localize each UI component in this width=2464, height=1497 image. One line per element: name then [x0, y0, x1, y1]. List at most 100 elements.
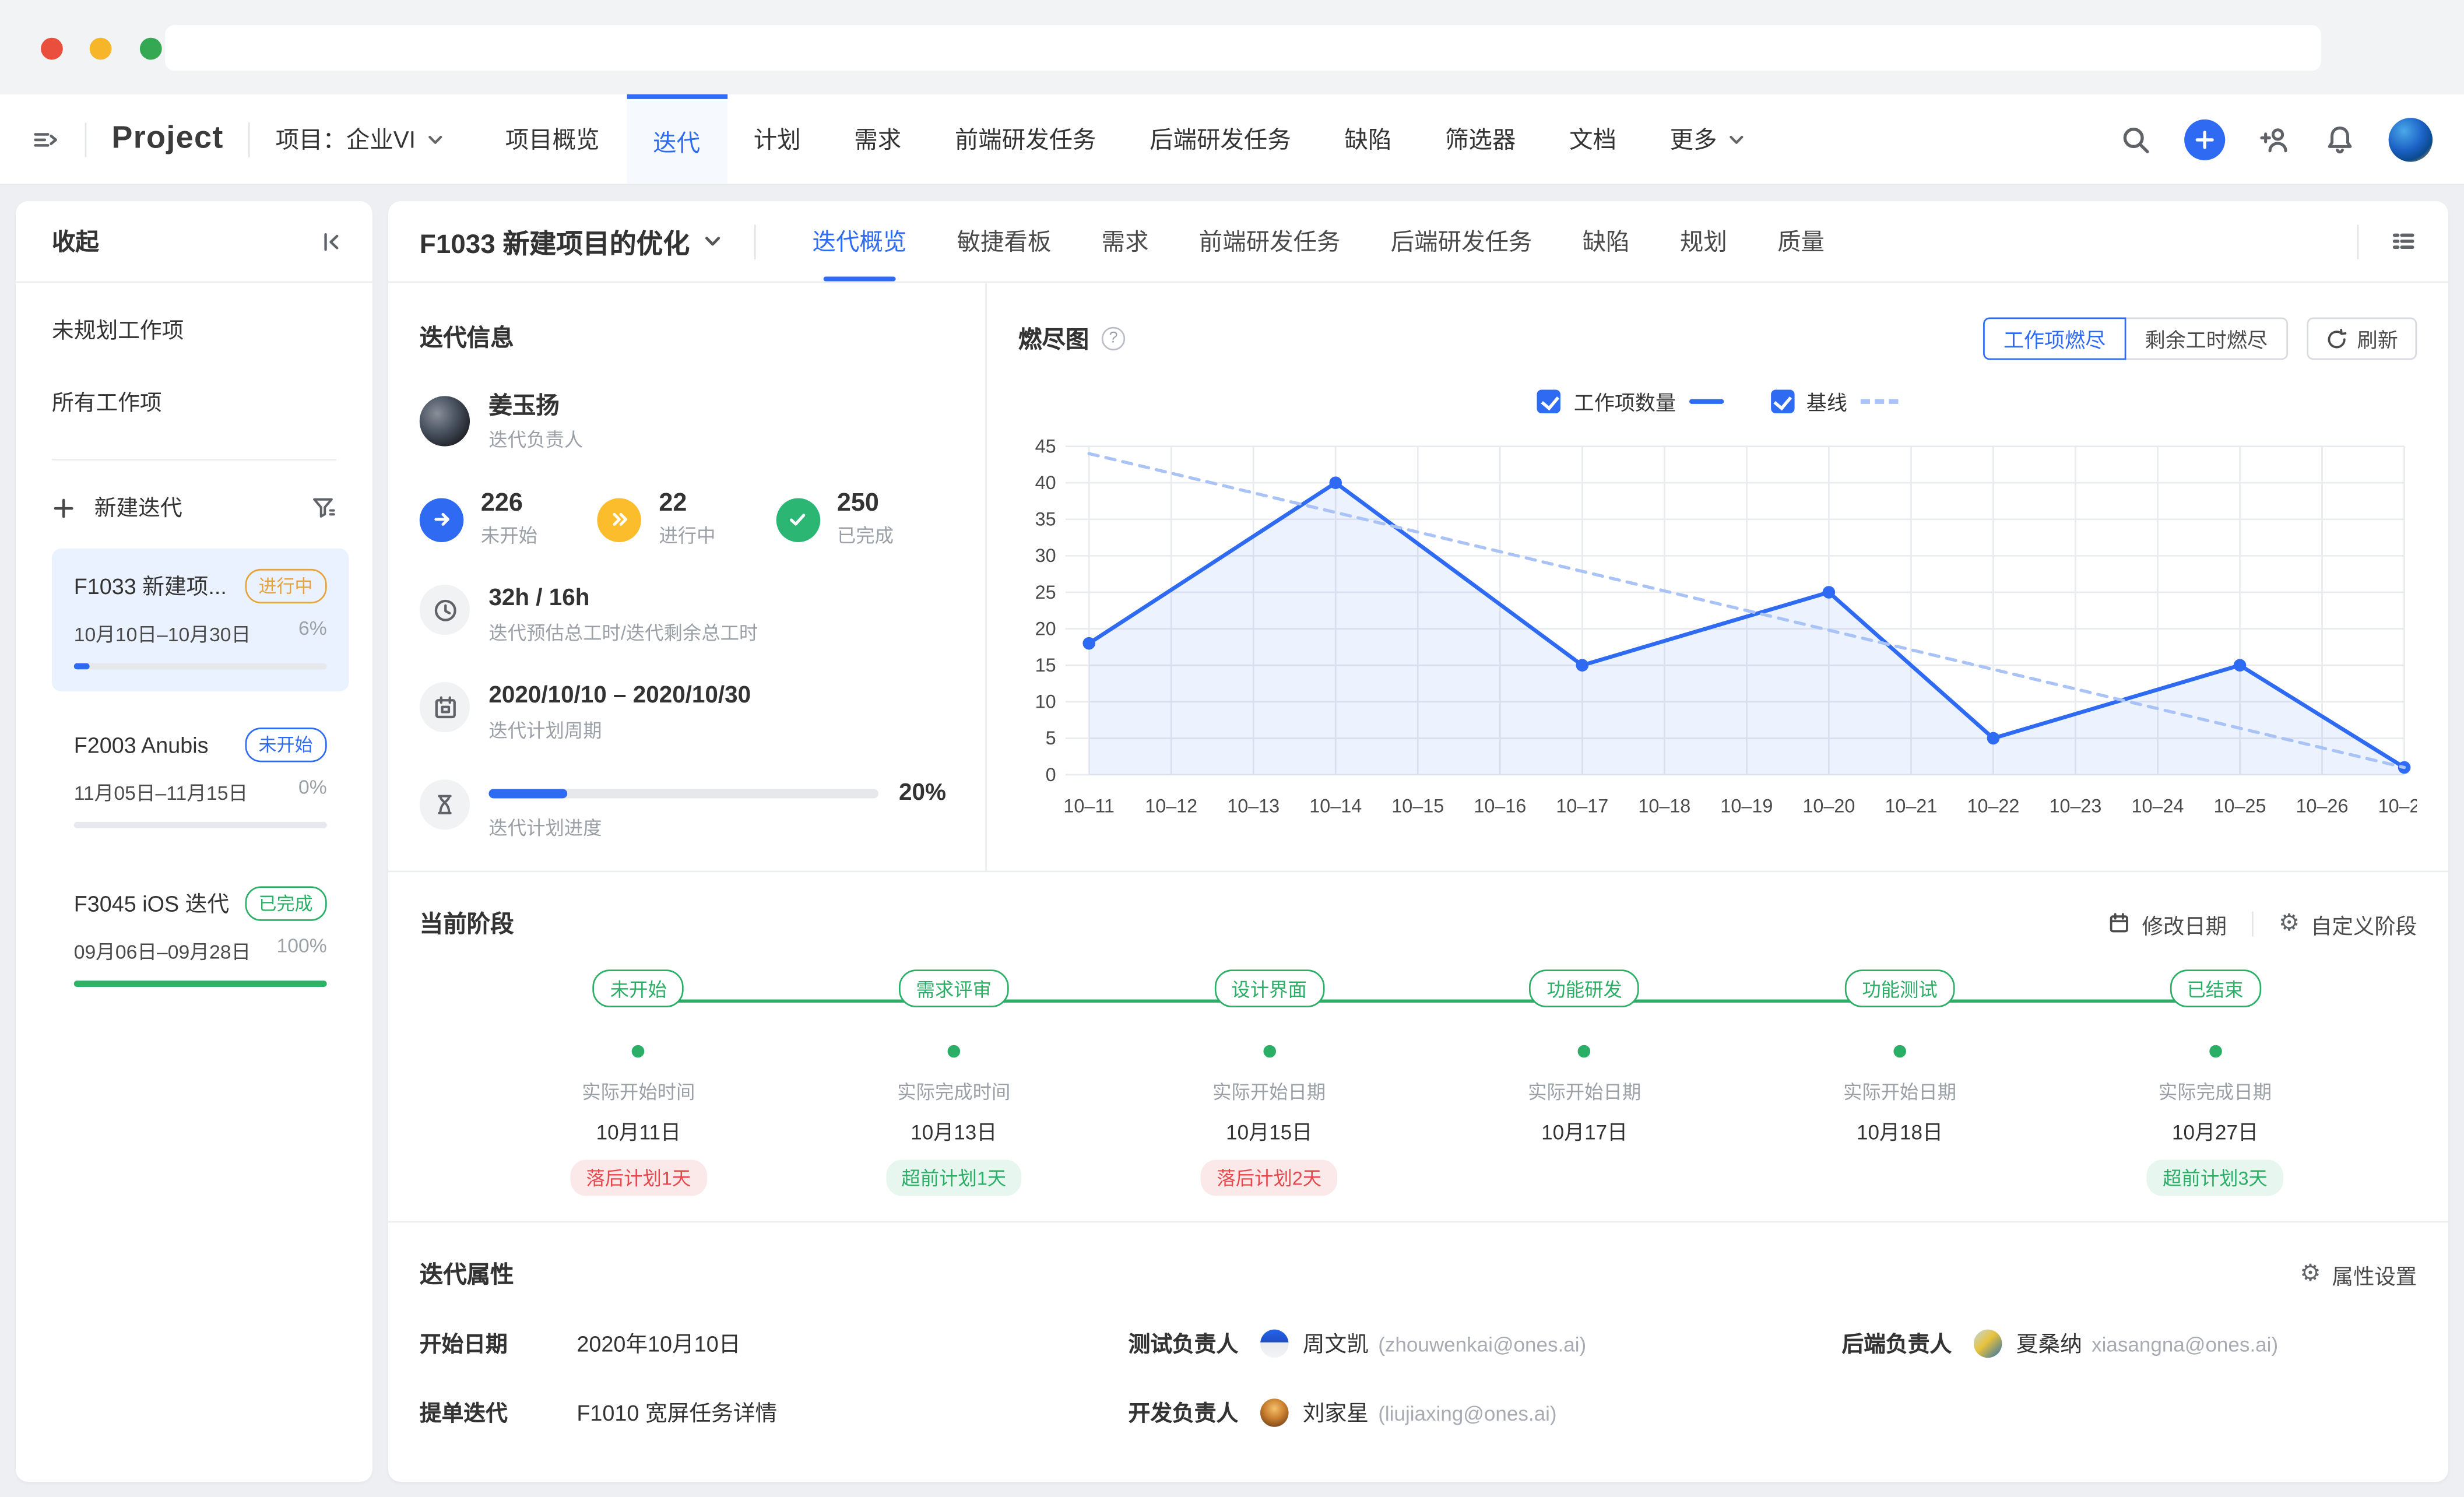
- checkbox-checked-icon[interactable]: [1770, 390, 1794, 413]
- plus-icon[interactable]: [52, 496, 75, 519]
- calendar-icon: [420, 682, 470, 732]
- sidebar-item-all[interactable]: 所有工作项: [52, 386, 350, 418]
- project-selector-label: 项目：企业VI: [276, 122, 416, 156]
- person-name[interactable]: 刘家星: [1303, 1397, 1369, 1429]
- tab-iteration-overview[interactable]: 迭代概览: [787, 201, 932, 281]
- person-name[interactable]: 夏桑纳: [2016, 1328, 2082, 1359]
- sidebar-item-unplanned[interactable]: 未规划工作项: [52, 314, 350, 346]
- tab-agile-board[interactable]: 敏捷看板: [932, 201, 1076, 281]
- nav-tab-filters[interactable]: 筛选器: [1418, 94, 1542, 184]
- stage-design-ui: 设计界面 实际开始日期 10月15日 落后计划2天: [1112, 969, 1427, 1196]
- sidebar-toggle-icon[interactable]: [31, 126, 60, 152]
- double-chevron-icon: [597, 497, 641, 541]
- person-email: (zhouwenkai@ones.ai): [1378, 1332, 1586, 1355]
- address-bar[interactable]: [165, 25, 2321, 71]
- collapse-left-icon[interactable]: [319, 229, 344, 254]
- window-minimize-button[interactable]: [90, 38, 112, 60]
- nav-tab-project-overview[interactable]: 项目概览: [479, 94, 626, 184]
- iteration-title-dropdown[interactable]: F1033 新建项目的优化: [420, 222, 723, 261]
- nav-tab-requirement[interactable]: 需求: [827, 94, 928, 184]
- iteration-sidebar: 收起 未规划工作项 所有工作项 新建迭代: [16, 201, 372, 1482]
- stage-field-label: 实际完成时间: [796, 1078, 1112, 1105]
- stage-finished: 已结束 实际完成日期 10月27日 超前计划3天: [2058, 969, 2373, 1196]
- create-button[interactable]: [2184, 119, 2225, 160]
- avatar[interactable]: [1974, 1330, 2002, 1358]
- new-iteration-button[interactable]: 新建迭代: [94, 492, 182, 523]
- nav-tab-more[interactable]: 更多: [1643, 94, 1772, 184]
- tab-requirement[interactable]: 需求: [1077, 201, 1174, 281]
- chart-data-point: [1576, 659, 1589, 672]
- mode-workitem-burndown[interactable]: 工作项燃尽: [1983, 318, 2126, 360]
- chart-x-tick: 10–22: [1967, 796, 2019, 817]
- nav-tab-plan[interactable]: 计划: [727, 94, 828, 184]
- iteration-header: F1033 新建项目的优化 迭代概览 敏捷看板 需求 前端研发任务 后端研发任务…: [388, 201, 2448, 283]
- gear-icon: ⚙: [2300, 1262, 2321, 1285]
- chart-data-point: [1082, 637, 1095, 650]
- legend-dashed-line-swatch: [1860, 399, 1898, 404]
- chart-x-tick: 10–18: [1638, 796, 1690, 817]
- bell-icon[interactable]: [2324, 124, 2356, 155]
- hours-row: 32h / 16h 迭代预估总工时/迭代剩余总工时: [420, 585, 954, 646]
- checkbox-checked-icon[interactable]: [1538, 390, 1561, 413]
- iteration-percent: 100%: [277, 935, 327, 965]
- mode-hours-burndown[interactable]: 剩余工时燃尽: [2125, 318, 2288, 360]
- chevron-down-icon: [1727, 129, 1745, 148]
- attr-label: 提单迭代: [420, 1397, 577, 1429]
- project-selector[interactable]: 项目：企业VI: [276, 122, 444, 156]
- tab-defects[interactable]: 缺陷: [1558, 201, 1655, 281]
- iteration-name: F1033 新建项...: [74, 571, 227, 602]
- attr-label: 测试负责人: [1129, 1328, 1239, 1359]
- avatar[interactable]: [1260, 1398, 1289, 1427]
- app-window: Project 项目：企业VI 项目概览 迭代 计划 需求 前端研发任务 后端研…: [0, 0, 2464, 1497]
- search-icon[interactable]: [2120, 124, 2152, 155]
- nav-tab-defects[interactable]: 缺陷: [1318, 94, 1419, 184]
- iteration-dates: 11月05日–11月15日: [74, 776, 248, 806]
- window-close-button[interactable]: [41, 38, 63, 60]
- plan-progress-fill: [488, 788, 567, 797]
- iteration-name: F2003 Anubis: [74, 732, 209, 757]
- iteration-card-f2003[interactable]: F2003 Anubis 未开始 11月05日–11月15日 0%: [52, 707, 349, 850]
- app-logo: Project: [111, 121, 223, 157]
- modify-date-button[interactable]: 修改日期: [2107, 908, 2227, 939]
- add-user-icon[interactable]: [2258, 124, 2291, 155]
- list-icon[interactable]: [2390, 228, 2417, 255]
- attr-test-owner: 测试负责人 周文凯 (zhouwenkai@ones.ai): [1129, 1328, 1842, 1359]
- person-name[interactable]: 周文凯: [1303, 1328, 1369, 1359]
- tab-planning[interactable]: 规划: [1655, 201, 1752, 281]
- refresh-button[interactable]: 刷新: [2307, 318, 2417, 360]
- nav-tab-docs[interactable]: 文档: [1542, 94, 1643, 184]
- period-row: 2020/10/10 – 2020/10/30 迭代计划周期: [420, 682, 954, 743]
- legend-label: 工作项数量: [1574, 386, 1676, 416]
- stat-in-progress: 22 进行中: [597, 490, 776, 549]
- legend-baseline: 基线: [1770, 386, 1897, 416]
- stage-field-label: 实际开始时间: [481, 1078, 796, 1105]
- nav-tab-backend-tasks[interactable]: 后端研发任务: [1123, 94, 1317, 184]
- burndown-panel: 燃尽图 ? 工作项燃尽 剩余工时燃尽 刷新: [987, 283, 2448, 870]
- nav-tab-frontend-tasks[interactable]: 前端研发任务: [928, 94, 1123, 184]
- iteration-percent: 0%: [298, 776, 327, 806]
- filter-icon[interactable]: [311, 495, 336, 520]
- iteration-dates: 09月06日–09月28日: [74, 935, 251, 965]
- customize-stage-button[interactable]: ⚙ 自定义阶段: [2279, 908, 2417, 939]
- tab-frontend-tasks[interactable]: 前端研发任务: [1174, 201, 1366, 281]
- nav-tab-iteration[interactable]: 迭代: [626, 94, 727, 184]
- divider: [2252, 911, 2254, 936]
- chevron-down-icon: [425, 129, 444, 148]
- collapse-label[interactable]: 收起: [52, 224, 99, 258]
- owner-name: 姜玉扬: [488, 388, 583, 421]
- attribute-settings-button[interactable]: ⚙ 属性设置: [2300, 1258, 2417, 1289]
- iteration-card-f3045[interactable]: F3045 iOS 迭代 已完成 09月06日–09月28日 100%: [52, 866, 349, 1008]
- iteration-card-f1033[interactable]: F1033 新建项... 进行中 10月10日–10月30日 6%: [52, 549, 349, 691]
- divider: [754, 224, 756, 258]
- stage-date: 10月15日: [1112, 1116, 1427, 1145]
- help-icon[interactable]: ?: [1102, 327, 1125, 350]
- calendar-icon: [2107, 912, 2131, 935]
- avatar[interactable]: [420, 395, 470, 445]
- avatar[interactable]: [1260, 1330, 1289, 1358]
- tab-backend-tasks[interactable]: 后端研发任务: [1366, 201, 1558, 281]
- attributes-header: 迭代属性 ⚙ 属性设置: [420, 1257, 2417, 1291]
- window-zoom-button[interactable]: [140, 38, 162, 60]
- tab-quality[interactable]: 质量: [1752, 201, 1850, 281]
- person-email: (liujiaxing@ones.ai): [1378, 1401, 1556, 1424]
- user-avatar[interactable]: [2389, 117, 2433, 161]
